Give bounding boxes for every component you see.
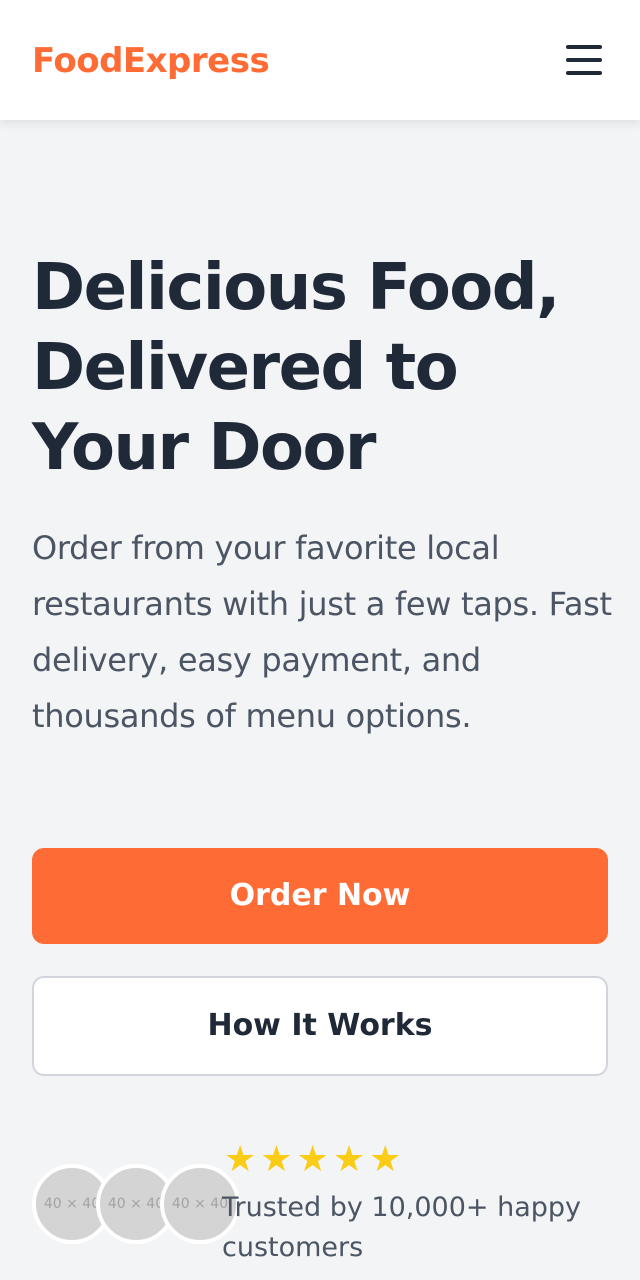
menu-bar-line xyxy=(566,71,602,75)
star-rating-icon: ★★★★★ xyxy=(224,1139,406,1180)
customer-avatars: 40 × 40 40 × 40 40 × 40 xyxy=(32,1164,244,1244)
hero-subtext: Order from your favorite local restauran… xyxy=(32,529,612,735)
menu-bar-line xyxy=(566,45,602,49)
trust-text: Trusted by 10,000+ happy customers xyxy=(222,1192,582,1263)
top-navbar: FoodExpress xyxy=(0,0,640,120)
brand-logo[interactable]: FoodExpress xyxy=(32,36,270,86)
hero-headline: Delicious Food, Delivered to Your Door xyxy=(32,251,560,485)
hamburger-menu-icon[interactable] xyxy=(560,40,608,80)
how-it-works-button[interactable]: How It Works xyxy=(32,976,608,1076)
order-now-button[interactable]: Order Now xyxy=(32,848,608,944)
menu-bar-line xyxy=(566,58,602,62)
